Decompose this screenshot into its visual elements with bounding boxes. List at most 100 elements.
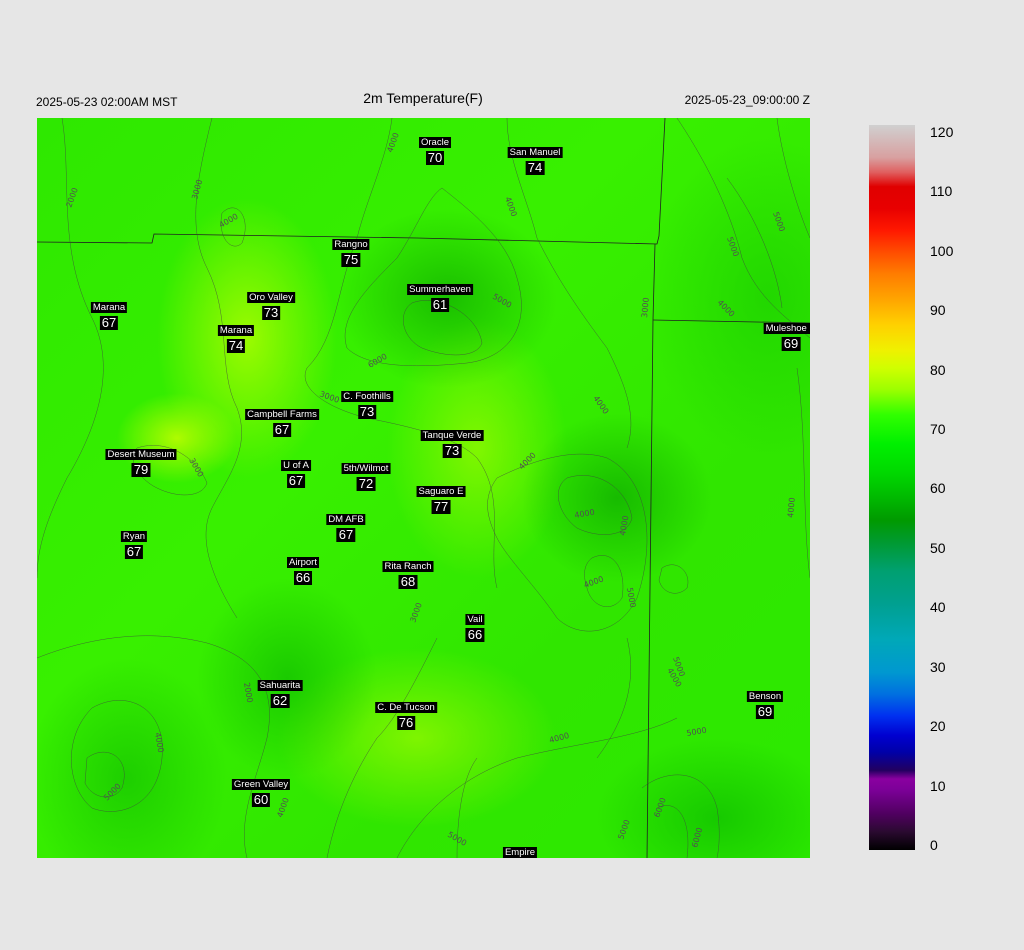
station-temperature: 67 [124,544,144,559]
contour-label: 3000 [190,179,204,201]
station-name: DM AFB [326,514,366,525]
station-oracle[interactable]: Oracle 70 [419,137,451,165]
station-oro-valley[interactable]: Oro Valley 73 [247,292,295,320]
contour-label: 4000 [153,732,165,754]
station-c-de-tucson[interactable]: C. De Tucson 76 [375,702,437,730]
temperature-map[interactable]: 2000 3000 4000 4000 4000 4000 5000 5000 … [37,118,810,858]
station-summerhaven[interactable]: Summerhaven 61 [407,284,473,312]
colorbar-label: 120 [930,124,954,140]
station-name: C. De Tucson [375,702,437,713]
contour-label: 4000 [503,196,518,218]
contour-label: 5000 [491,292,513,310]
station-tanque-verde[interactable]: Tanque Verde 73 [420,430,484,458]
contour-label: 4000 [591,394,610,416]
contour-label: 2000 [242,682,254,704]
colorbar-label: 10 [930,778,946,794]
valid-time: 2025-05-23 02:00AM MST [36,95,178,109]
contour-label: 5000 [725,236,740,258]
station-desert-museum[interactable]: Desert Museum 79 [105,449,177,477]
colorbar-label: 100 [930,243,954,259]
station-name: Saguaro E [416,486,466,497]
station-vail[interactable]: Vail 66 [465,614,485,642]
station-empire[interactable]: Empire [502,847,538,858]
station-name: Sahuarita [257,680,303,691]
station-saguaro-e[interactable]: Saguaro E 77 [416,486,466,514]
station-temperature: 74 [226,338,246,353]
contour-line [487,453,648,632]
station-name: 5th/Wilmot [341,463,391,474]
station-temperature: 72 [356,476,376,491]
colorbar-label: 0 [930,837,938,853]
station-airport[interactable]: Airport 66 [287,557,319,585]
station-dm-afb[interactable]: DM AFB 67 [326,514,366,542]
contour-line [37,635,270,858]
station-name: U of A [281,460,311,471]
station-san-manuel[interactable]: San Manuel 74 [507,147,563,175]
station-temperature: 73 [261,305,281,320]
colorbar-label: 80 [930,362,946,378]
contour-label: 4000 [218,212,240,230]
station-name: Muleshoe R [763,323,810,334]
station-temperature: 60 [251,792,271,807]
station-5th-wilmot[interactable]: 5th/Wilmot 72 [341,463,391,491]
contour-label: 5000 [625,587,637,609]
station-name: Campbell Farms [245,409,319,420]
station-muleshoe[interactable]: Muleshoe R 69 [763,323,810,351]
contour-line [796,367,810,579]
station-temperature: 68 [398,574,418,589]
station-temperature: 69 [755,704,775,719]
station-name: Airport [287,557,319,568]
temperature-colorbar [869,125,915,850]
contour-label: 6000 [652,796,667,818]
station-name: Empire [502,847,538,858]
station-temperature: 75 [341,252,361,267]
station-temperature: 67 [286,473,306,488]
station-rita-ranch[interactable]: Rita Ranch 68 [382,561,434,589]
colorbar-label: 50 [930,540,946,556]
contour-label: 4000 [517,451,538,472]
station-temperature: 73 [357,404,377,419]
station-temperature: 67 [99,315,119,330]
station-name: Green Valley [231,779,291,790]
station-name: Rangno [332,239,370,250]
contour-label: 3000 [640,297,651,318]
contour-line [326,637,438,858]
contour-label: 6000 [367,352,389,370]
station-ryan[interactable]: Ryan 67 [120,531,148,559]
colorbar-label: 70 [930,421,946,437]
county-line-east [646,243,656,858]
station-sahuarita[interactable]: Sahuarita 62 [257,680,303,708]
contour-line [658,564,689,594]
contour-label: 3000 [187,457,205,479]
station-name: Vail [465,614,485,625]
contour-label: 5000 [616,818,631,840]
contour-label: 5000 [686,726,708,738]
station-temperature: 69 [781,336,801,351]
station-name: Desert Museum [105,449,177,460]
station-c-foothills[interactable]: C. Foothills 73 [341,391,393,419]
station-green-valley[interactable]: Green Valley 60 [231,779,291,807]
station-temperature: 61 [430,297,450,312]
contour-label: 3000 [408,601,423,623]
contour-label: 5000 [102,782,123,803]
station-temperature: 74 [525,160,545,175]
station-marana-west[interactable]: Marana 67 [90,302,128,330]
station-campbell-farms[interactable]: Campbell Farms 67 [245,409,319,437]
station-temperature: 77 [431,499,451,514]
station-name: Marana [217,325,255,336]
contour-line [676,118,810,339]
station-name: San Manuel [507,147,563,158]
station-u-of-a[interactable]: U of A 67 [281,460,311,488]
station-rangno[interactable]: Rangno 75 [332,239,370,267]
contour-line [396,717,678,858]
station-temperature: 67 [336,527,356,542]
contour-label: 4000 [716,298,737,319]
contour-line [596,637,631,759]
forecast-time: 2025-05-23_09:00:00 Z [684,93,810,107]
station-name: Summerhaven [407,284,473,295]
colorbar-label: 20 [930,718,946,734]
contour-label: 4000 [583,574,605,589]
station-marana[interactable]: Marana 74 [217,325,255,353]
station-benson[interactable]: Benson 69 [746,691,784,719]
station-temperature: 66 [465,627,485,642]
